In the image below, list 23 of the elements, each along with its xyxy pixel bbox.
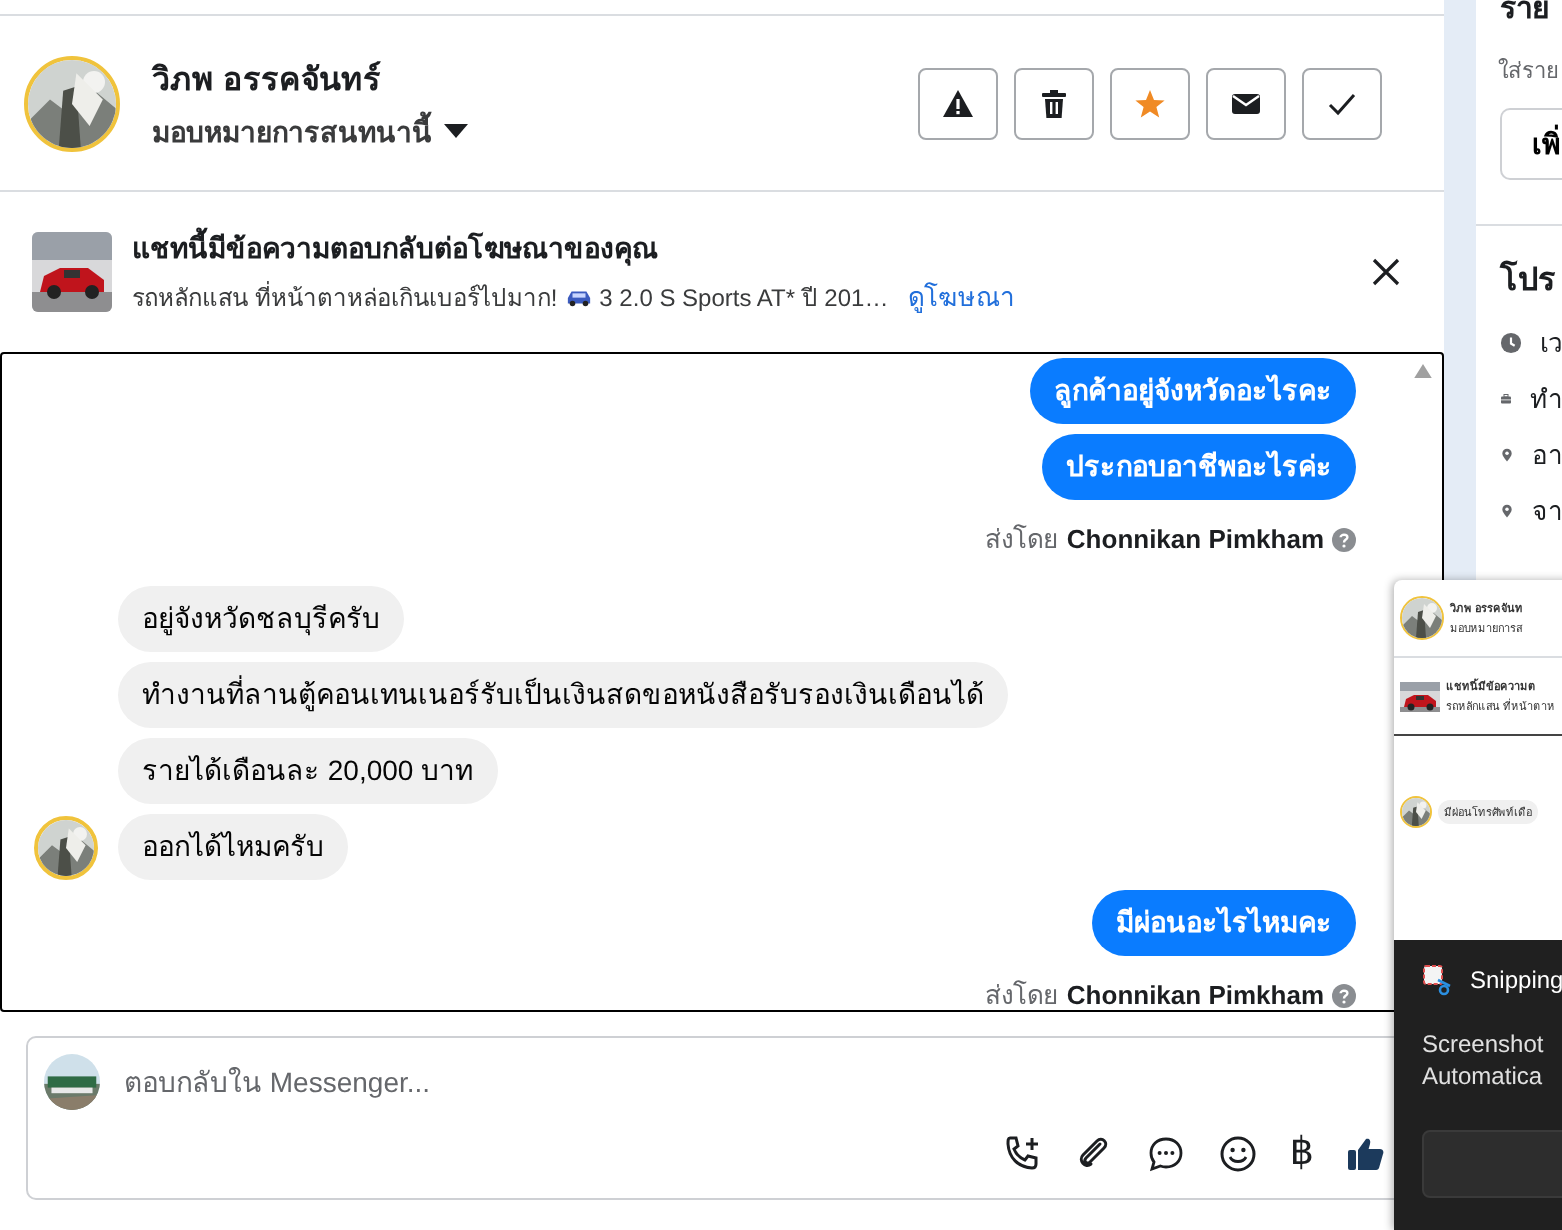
contact-name: วิภพ อรรคจันทร์ [152, 59, 383, 101]
panel-title: ราย [1500, 0, 1552, 30]
profile-detail: ทำ [1530, 381, 1562, 417]
app-name: Snipping [1470, 966, 1562, 994]
received-message: ทำงานที่ลานตู้คอนเทนเนอร์รับเป็นเงินสดขอหนังสือรับรองเงินเดือนได้ [118, 662, 1008, 728]
section-title: โปร [1500, 258, 1558, 302]
profile-detail: เว [1540, 325, 1562, 361]
received-message: อยู่จังหวัดชลบุรีครับ [118, 586, 404, 652]
sent-by-label: ส่งโดย [984, 522, 1059, 558]
sent-message: ลูกค้าอยู่จังหวัดอะไรคะ [1030, 358, 1356, 424]
sent-message: มีผ่อนอะไรไหมคะ [1092, 890, 1356, 956]
sender-name: Chonnikan Pimkham [1066, 524, 1324, 554]
profile-detail: อา [1532, 437, 1562, 473]
hint-text: ใส่ราย [1498, 56, 1560, 88]
sent-by-label: ส่งโดย [984, 978, 1059, 1010]
received-message: รายได้เดือนละ 20,000 บาท [118, 738, 498, 804]
ad-description: รถหลักแสน ที่หน้าตาหล่อเกินเบอร์ไปมาก! [132, 279, 558, 316]
sender-name: Chonnikan Pimkham [1066, 980, 1324, 1010]
ad-reply-title: แชทนี้มีข้อความตอบกลับต่อโฆษณาของคุณ [132, 226, 1015, 270]
received-message: ออกได้ไหมครับ [118, 814, 348, 880]
ad-description: 3 2.0 S Sports AT* ปี 201… [599, 282, 889, 316]
profile-detail: จา [1532, 493, 1562, 529]
sent-message: ประกอบอาชีพอะไรค่ะ [1042, 434, 1356, 500]
